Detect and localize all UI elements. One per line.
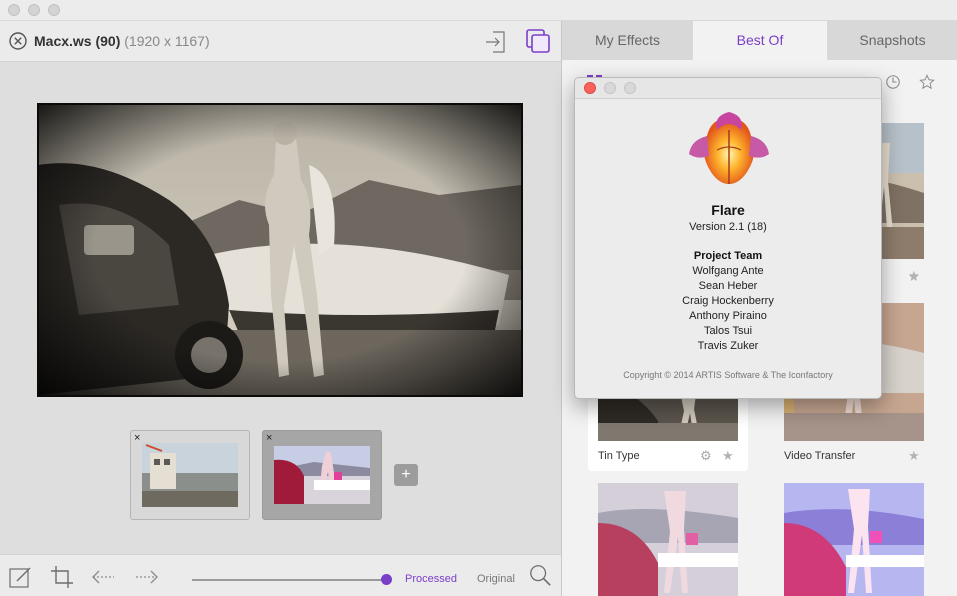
about-team-member: Travis Zuker xyxy=(697,340,759,352)
crop-icon[interactable] xyxy=(50,565,76,589)
about-team-member: Wolfgang Ante xyxy=(692,265,764,277)
thumbnail-image xyxy=(274,446,370,504)
document-dimensions: (1920 x 1167) xyxy=(124,33,210,49)
star-icon[interactable]: ★ xyxy=(722,448,734,464)
bottom-toolbar: Processed Original xyxy=(0,554,561,596)
add-version-button[interactable]: + xyxy=(394,464,418,486)
effect-preview-image xyxy=(598,483,738,596)
effect-name: Tin Type xyxy=(598,450,640,462)
about-minimize-button xyxy=(604,82,616,94)
about-team-member: Talos Tsui xyxy=(703,325,753,337)
star-icon[interactable]: ★ xyxy=(908,269,920,285)
document-bar: Macx.ws (90) (1920 x 1167) xyxy=(0,21,561,62)
about-dialog: Flare Version 2.1 (18) Project Team Wolf… xyxy=(574,77,882,399)
about-copyright: Copyright © 2014 ARTIS Software & The Ic… xyxy=(623,370,833,380)
about-team-member: Sean Heber xyxy=(698,280,758,292)
effect-name: Video Transfer xyxy=(784,450,856,462)
compare-icon[interactable] xyxy=(524,27,552,55)
undo-icon[interactable] xyxy=(90,565,116,589)
remove-version-button[interactable]: × xyxy=(266,432,272,444)
gear-icon[interactable]: ⚙ xyxy=(700,448,712,464)
effect-preview-image xyxy=(784,483,924,596)
star-icon[interactable]: ★ xyxy=(908,448,920,464)
document-name: Macx.ws (90) xyxy=(34,33,121,49)
flare-logo-icon xyxy=(689,112,769,184)
about-app-name: Flare xyxy=(711,202,745,218)
window-minimize-button[interactable] xyxy=(28,4,40,16)
effect-card-bottom-left[interactable] xyxy=(588,483,738,596)
effect-preview xyxy=(598,483,738,596)
close-circle-icon[interactable] xyxy=(9,32,27,50)
tab-my-effects[interactable]: My Effects xyxy=(562,21,693,60)
about-titlebar xyxy=(575,78,881,99)
processed-label[interactable]: Processed xyxy=(405,573,457,585)
photo-canvas[interactable] xyxy=(37,103,523,397)
about-zoom-button xyxy=(624,82,636,94)
editor-pane: Macx.ws (90) (1920 x 1167) × × + Process… xyxy=(0,21,561,596)
about-close-button[interactable] xyxy=(584,82,596,94)
photo-image xyxy=(39,105,521,395)
blend-slider-track[interactable] xyxy=(192,579,386,581)
zoom-icon[interactable] xyxy=(527,563,553,587)
version-thumbnail-selected[interactable]: × xyxy=(262,430,382,520)
effect-card-bottom-right[interactable] xyxy=(774,483,924,596)
effects-tabs: My Effects Best Of Snapshots xyxy=(562,21,957,60)
window-zoom-button[interactable] xyxy=(48,4,60,16)
thumbnail-image xyxy=(142,443,238,507)
tab-snapshots[interactable]: Snapshots xyxy=(827,21,957,60)
blend-slider-knob[interactable] xyxy=(381,574,392,585)
about-team-member: Anthony Piraino xyxy=(689,310,767,322)
redo-icon[interactable] xyxy=(134,565,160,589)
original-label[interactable]: Original xyxy=(477,573,515,585)
window-close-button[interactable] xyxy=(8,4,20,16)
edit-icon[interactable] xyxy=(8,565,34,589)
tab-best-of[interactable]: Best Of xyxy=(693,21,827,60)
effect-preview xyxy=(784,483,924,596)
about-version: Version 2.1 (18) xyxy=(689,221,767,233)
window-titlebar xyxy=(0,0,957,21)
about-team-heading: Project Team xyxy=(693,250,763,262)
version-thumbnail[interactable]: × xyxy=(130,430,250,520)
remove-version-button[interactable]: × xyxy=(134,432,140,444)
about-team-member: Craig Hockenberry xyxy=(682,295,774,307)
document-title: Macx.ws (90) (1920 x 1167) xyxy=(34,33,210,49)
export-icon[interactable] xyxy=(483,29,509,55)
